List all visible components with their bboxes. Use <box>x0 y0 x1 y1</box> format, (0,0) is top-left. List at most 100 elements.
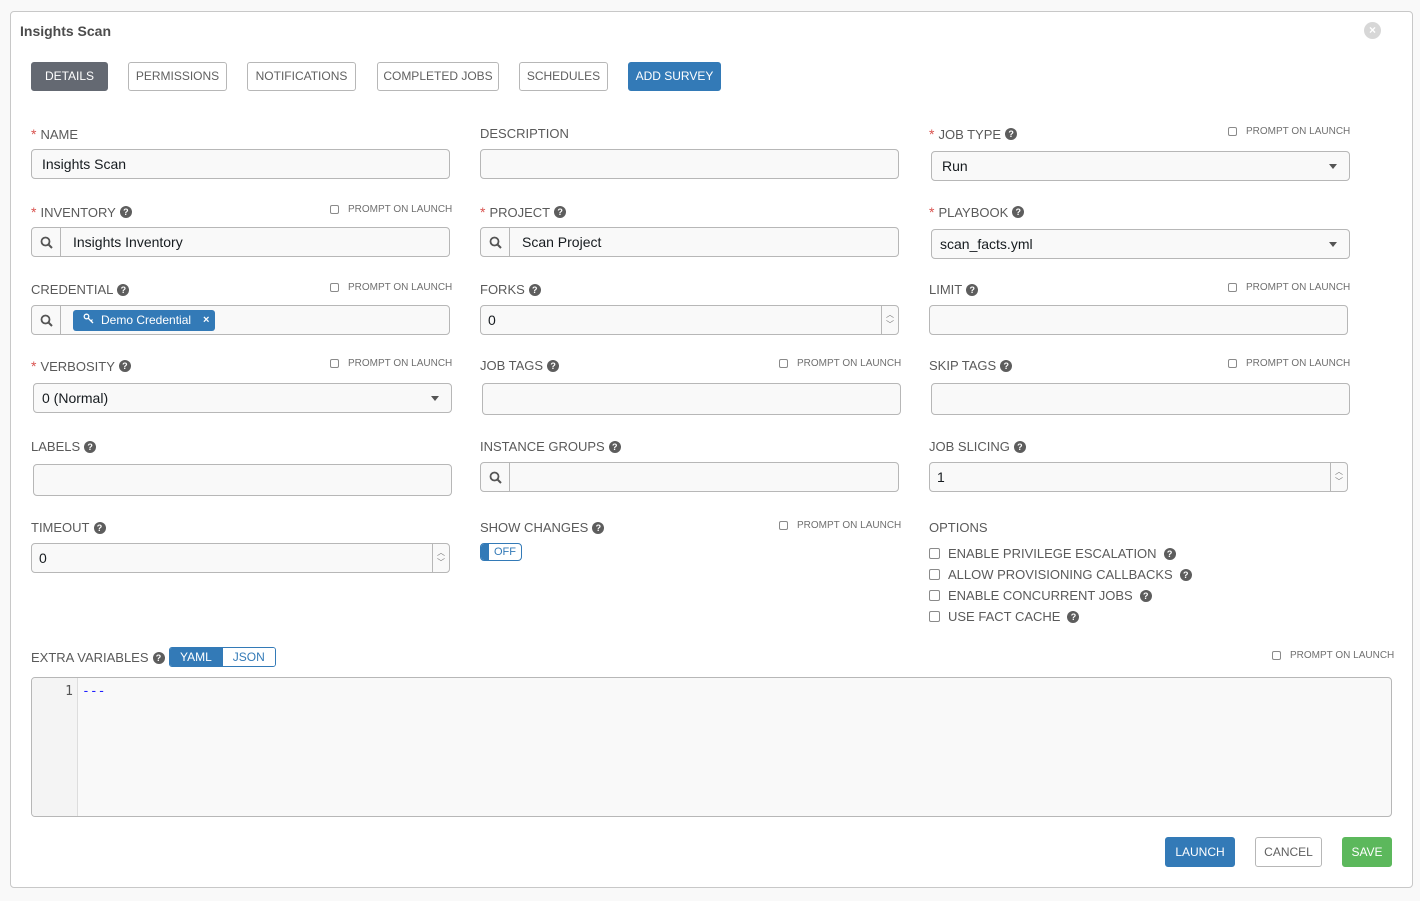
timeout-input[interactable]: 0 ︿ ﹀ <box>31 543 450 573</box>
prompt-on-launch-checkbox[interactable] <box>330 283 339 292</box>
forks-input[interactable]: 0 ︿ ﹀ <box>480 305 899 335</box>
prompt-on-launch-checkbox[interactable] <box>330 205 339 214</box>
close-icon[interactable]: × <box>1364 22 1381 39</box>
forks-label: FORKS ? <box>480 282 541 297</box>
key-icon <box>83 313 94 327</box>
search-icon[interactable] <box>481 463 510 491</box>
prompt-on-launch-checkbox[interactable] <box>1228 127 1237 136</box>
verbosity-select[interactable]: 0 (Normal) <box>33 383 452 413</box>
search-icon[interactable] <box>32 228 61 256</box>
help-icon[interactable]: ? <box>84 440 97 453</box>
help-icon[interactable]: ? <box>1067 610 1080 623</box>
credential-lookup[interactable]: Demo Credential × <box>31 305 450 335</box>
limit-label: LIMIT ? <box>929 282 979 297</box>
help-icon[interactable]: ? <box>118 360 131 372</box>
job-slicing-label: JOB SLICING ? <box>929 439 1026 454</box>
description-input[interactable] <box>480 149 899 179</box>
credential-prompt-on-launch[interactable]: PROMPT ON LAUNCH <box>330 282 452 293</box>
caret-down-icon <box>1329 163 1337 169</box>
code-area[interactable]: --- <box>78 678 1391 816</box>
json-mode-button[interactable]: JSON <box>221 648 275 666</box>
option-allow-provisioning-callbacks[interactable]: ALLOW PROVISIONING CALLBACKS ? <box>929 567 1192 582</box>
tab-schedules[interactable]: SCHEDULES <box>519 62 608 91</box>
show-changes-prompt-on-launch[interactable]: PROMPT ON LAUNCH <box>779 520 901 531</box>
cancel-button[interactable]: CANCEL <box>1255 837 1322 867</box>
chevron-down-icon[interactable]: ﹀ <box>1335 477 1343 487</box>
chevron-down-icon[interactable]: ﹀ <box>886 320 894 330</box>
prompt-on-launch-checkbox[interactable] <box>779 521 788 530</box>
number-spinner[interactable]: ︿ ﹀ <box>1330 463 1347 491</box>
help-icon[interactable]: ? <box>554 206 567 218</box>
help-icon[interactable]: ? <box>119 206 132 218</box>
extra-variables-editor[interactable]: 1 --- <box>31 677 1392 817</box>
option-enable-privilege-escalation[interactable]: ENABLE PRIVILEGE ESCALATION ? <box>929 546 1176 561</box>
yaml-mode-button[interactable]: YAML <box>170 648 222 666</box>
launch-button[interactable]: LAUNCH <box>1165 837 1235 867</box>
tab-notifications[interactable]: NOTIFICATIONS <box>247 62 356 91</box>
playbook-select[interactable]: scan_facts.yml <box>931 229 1350 259</box>
job-type-prompt-on-launch[interactable]: PROMPT ON LAUNCH <box>1228 126 1350 137</box>
search-icon[interactable] <box>481 228 510 256</box>
job-tags-prompt-on-launch[interactable]: PROMPT ON LAUNCH <box>779 358 901 369</box>
checkbox[interactable] <box>929 611 940 622</box>
number-spinner[interactable]: ︿ ﹀ <box>432 544 449 572</box>
help-icon[interactable]: ? <box>1139 589 1152 602</box>
add-survey-button[interactable]: ADD SURVEY <box>628 62 721 91</box>
instance-groups-lookup[interactable] <box>480 462 899 492</box>
number-spinner[interactable]: ︿ ﹀ <box>881 306 898 334</box>
help-icon[interactable]: ? <box>528 283 541 296</box>
job-type-select[interactable]: Run <box>931 151 1350 181</box>
help-icon[interactable]: ? <box>1000 359 1013 372</box>
help-icon[interactable]: ? <box>93 521 106 534</box>
extra-vars-prompt-on-launch[interactable]: PROMPT ON LAUNCH <box>1272 650 1394 661</box>
chevron-down-icon[interactable]: ﹀ <box>437 558 445 568</box>
inventory-prompt-on-launch[interactable]: PROMPT ON LAUNCH <box>330 204 452 215</box>
checkbox[interactable] <box>929 590 940 601</box>
help-icon[interactable]: ? <box>1013 440 1026 453</box>
help-icon[interactable]: ? <box>1005 128 1018 140</box>
limit-input[interactable] <box>929 305 1348 335</box>
remove-credential-icon[interactable]: × <box>203 314 209 326</box>
toggle-knob <box>481 544 489 560</box>
help-icon[interactable]: ? <box>152 651 165 664</box>
chevron-up-icon[interactable]: ︿ <box>1335 467 1343 477</box>
checkbox[interactable] <box>929 569 940 580</box>
prompt-on-launch-checkbox[interactable] <box>1228 359 1237 368</box>
tab-details[interactable]: DETAILS <box>31 62 108 91</box>
option-enable-concurrent-jobs[interactable]: ENABLE CONCURRENT JOBS ? <box>929 588 1152 603</box>
skip-tags-input[interactable] <box>931 383 1350 415</box>
save-button[interactable]: SAVE <box>1342 837 1392 867</box>
show-changes-toggle[interactable]: OFF <box>480 543 522 561</box>
chevron-up-icon[interactable]: ︿ <box>437 548 445 558</box>
description-label: DESCRIPTION <box>480 126 569 141</box>
help-icon[interactable]: ? <box>592 521 605 534</box>
tab-completed-jobs[interactable]: COMPLETED JOBS <box>377 62 499 91</box>
labels-input[interactable] <box>33 464 452 496</box>
checkbox[interactable] <box>929 548 940 559</box>
limit-prompt-on-launch[interactable]: PROMPT ON LAUNCH <box>1228 282 1350 293</box>
name-input[interactable]: Insights Scan <box>31 149 450 179</box>
help-icon[interactable]: ? <box>1163 547 1176 560</box>
skip-tags-prompt-on-launch[interactable]: PROMPT ON LAUNCH <box>1228 358 1350 369</box>
job-slicing-input[interactable]: 1 ︿ ﹀ <box>929 462 1348 492</box>
project-lookup[interactable]: Scan Project <box>480 227 899 257</box>
inventory-label: * INVENTORY ? <box>31 204 132 220</box>
prompt-on-launch-checkbox[interactable] <box>779 359 788 368</box>
help-icon[interactable]: ? <box>1012 206 1025 218</box>
job-tags-input[interactable] <box>482 383 901 415</box>
tab-permissions[interactable]: PERMISSIONS <box>128 62 227 91</box>
help-icon[interactable]: ? <box>966 283 979 296</box>
prompt-on-launch-checkbox[interactable] <box>1272 651 1281 660</box>
help-icon[interactable]: ? <box>1179 568 1192 581</box>
chevron-up-icon[interactable]: ︿ <box>886 310 894 320</box>
prompt-on-launch-checkbox[interactable] <box>330 359 339 368</box>
help-icon[interactable]: ? <box>117 283 130 296</box>
verbosity-prompt-on-launch[interactable]: PROMPT ON LAUNCH <box>330 358 452 369</box>
option-use-fact-cache[interactable]: USE FACT CACHE ? <box>929 609 1080 624</box>
inventory-lookup[interactable]: Insights Inventory <box>31 227 450 257</box>
show-changes-label: SHOW CHANGES ? <box>480 520 605 535</box>
prompt-on-launch-checkbox[interactable] <box>1228 283 1237 292</box>
help-icon[interactable]: ? <box>547 359 560 372</box>
help-icon[interactable]: ? <box>608 440 621 453</box>
search-icon[interactable] <box>32 306 61 334</box>
